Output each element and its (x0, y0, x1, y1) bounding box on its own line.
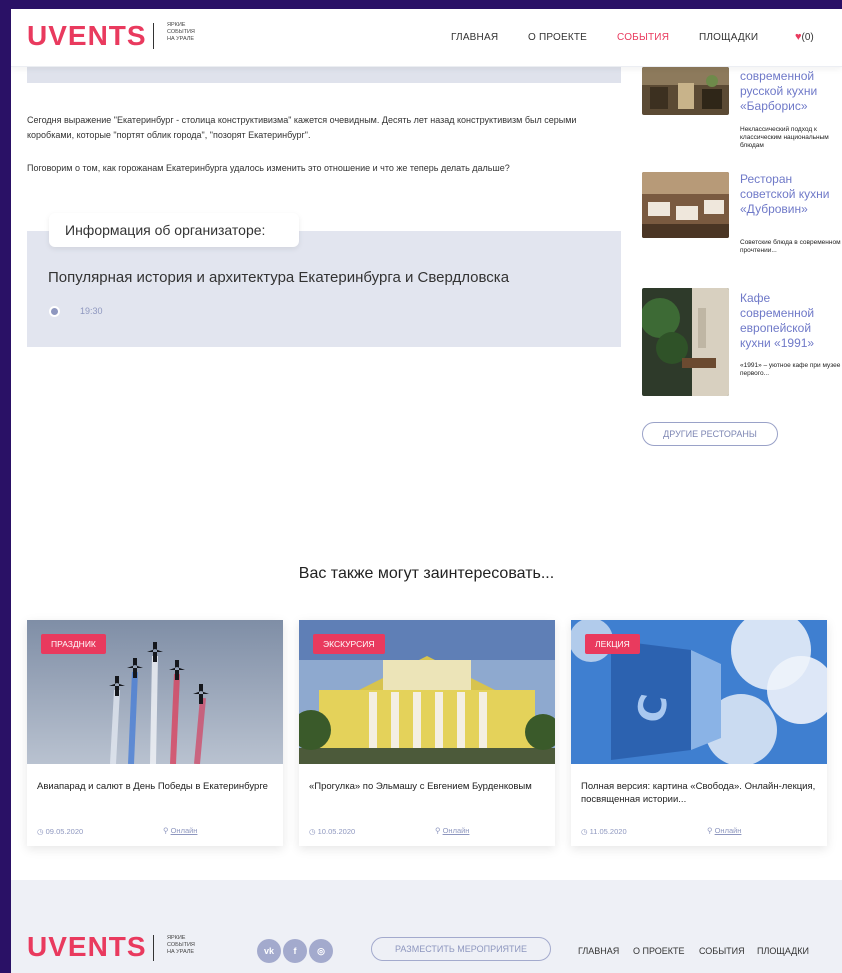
organizer-box (27, 231, 621, 347)
article-paragraph-1: Сегодня выражение "Екатеринбург - столиц… (27, 115, 577, 140)
page: UVENTS Яркие события на Урале Главная О … (11, 9, 842, 973)
organizer-name[interactable]: Популярная история и архитектура Екатери… (48, 269, 509, 286)
event-card[interactable]: Праздник Авиапарад и салют в День Победы… (27, 620, 283, 846)
place-event-button[interactable]: Разместить мероприятие (371, 937, 551, 961)
footer-nav-home[interactable]: Главная (578, 946, 619, 956)
restaurant-title-dubrovin[interactable]: Ресторан советской кухни «Дубровин» (740, 172, 840, 217)
clock-icon: ◷ (309, 827, 316, 836)
event-date: ◷ 10.05.2020 (309, 827, 356, 836)
event-title[interactable]: «Прогулка» по Эльмашу с Евгением Бурденк… (309, 780, 545, 793)
article-image-bottom (27, 67, 621, 83)
event-tag: Праздник (41, 634, 106, 654)
restaurant-image-1991[interactable] (642, 288, 729, 396)
nav-home[interactable]: Главная (451, 32, 498, 43)
restaurant-title-barboris[interactable]: современной русской кухни «Барборис» (740, 69, 840, 114)
event-time: 19:30 (80, 306, 103, 316)
clock-icon: ◷ (581, 827, 588, 836)
event-card[interactable]: C Лекция Полная версия: картина «Свобода… (571, 620, 827, 846)
location-pin-icon: ⚲ (707, 826, 713, 835)
event-title[interactable]: Авиапарад и салют в День Победы в Екатер… (37, 780, 273, 793)
event-location[interactable]: ⚲ Онлайн (435, 826, 469, 835)
restaurant-desc-barboris: Неклассический подход к классическим нац… (740, 126, 829, 149)
footer-nav-venues[interactable]: Площадки (757, 946, 809, 956)
site-header: UVENTS Яркие события на Урале Главная О … (11, 9, 842, 67)
facebook-icon[interactable]: f (283, 939, 307, 963)
nav-venues[interactable]: Площадки (699, 32, 758, 43)
event-title[interactable]: Полная версия: картина «Свобода». Онлайн… (581, 780, 817, 806)
location-pin-icon: ⚲ (435, 826, 441, 835)
location-pin-icon: ⚲ (163, 826, 169, 835)
footer-nav-about[interactable]: О проекте (633, 946, 685, 956)
footer-nav-events[interactable]: События (699, 946, 745, 956)
also-interesting-title: Вас также могут заинтересовать... (298, 565, 555, 582)
vk-icon[interactable]: vk (257, 939, 281, 963)
clock-icon (49, 306, 60, 317)
article-paragraph-2: Поговорим о том, как горожанам Екатеринб… (27, 163, 510, 173)
nav-events[interactable]: События (617, 32, 669, 43)
clock-icon: ◷ (37, 827, 44, 836)
other-restaurants-button[interactable]: Другие рестораны (642, 422, 778, 446)
event-date: ◷ 09.05.2020 (37, 827, 84, 836)
event-card[interactable]: Экскурсия «Прогулка» по Эльмашу с Евгени… (299, 620, 555, 846)
organizer-label: Информация об организаторе: (49, 213, 299, 247)
favorites-link[interactable]: ♥(0) (795, 31, 814, 43)
nav-about[interactable]: О проекте (528, 32, 587, 43)
restaurant-title-1991[interactable]: Кафе современной европейской кухни «1991… (740, 291, 840, 351)
restaurant-image-barboris[interactable] (642, 67, 729, 115)
event-tag: Лекция (585, 634, 640, 654)
event-location[interactable]: ⚲ Онлайн (163, 826, 197, 835)
restaurant-desc-1991: «1991» – уютное кафе при музее первого..… (740, 362, 841, 377)
instagram-icon[interactable]: ◎ (309, 939, 333, 963)
logo-tagline: Яркие события на Урале (167, 22, 195, 42)
restaurant-image-dubrovin[interactable] (642, 172, 729, 238)
event-date: ◷ 11.05.2020 (581, 827, 627, 836)
footer-logo[interactable]: UVENTS (27, 931, 147, 963)
event-location[interactable]: ⚲ Онлайн (707, 826, 741, 835)
logo-divider (153, 23, 154, 49)
footer-logo-divider (153, 935, 154, 961)
footer-logo-tagline: Яркие события на Урале (167, 935, 195, 955)
logo[interactable]: UVENTS (27, 20, 147, 52)
restaurant-desc-dubrovin: Советские блюда в современном прочтении.… (740, 239, 841, 254)
event-tag: Экскурсия (313, 634, 385, 654)
